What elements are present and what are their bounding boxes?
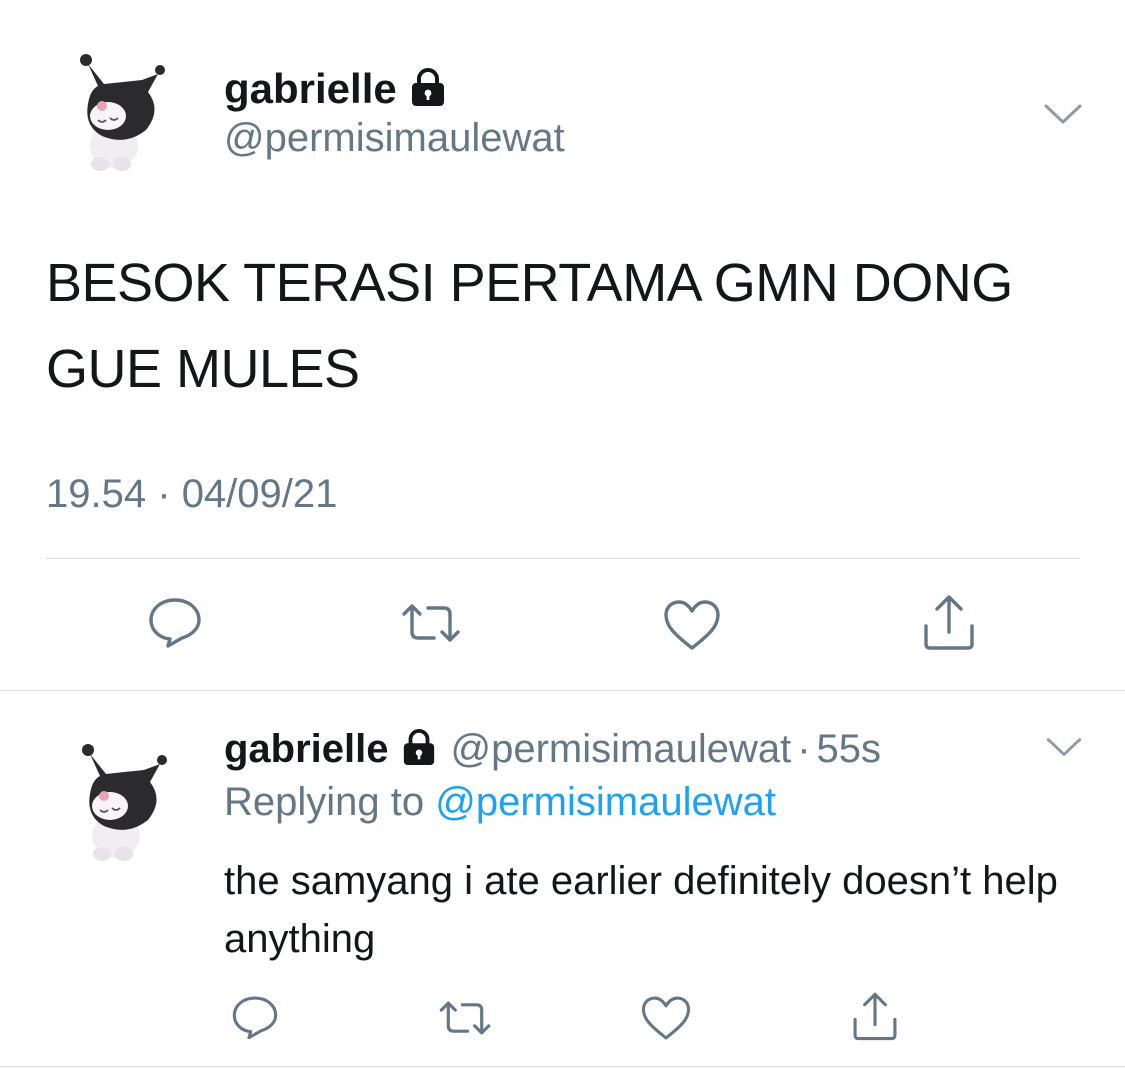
reply-icon[interactable] (230, 994, 280, 1045)
tweet-author[interactable]: gabrielle (224, 62, 447, 116)
tweet-date: 04/09/21 (181, 472, 338, 516)
handle[interactable]: @permisimaulewat (451, 727, 792, 772)
reply-icon[interactable] (146, 596, 204, 653)
tweet-timestamp[interactable]: 19.54 · 04/09/21 (46, 472, 337, 517)
tweet-text: BESOK TERASI PERTAMA GMN DONG GUE MULES (46, 253, 1013, 399)
divider (46, 558, 1080, 559)
handle[interactable]: @permisimaulewat (224, 116, 565, 161)
share-icon[interactable] (848, 990, 902, 1047)
display-name[interactable]: gabrielle (224, 65, 397, 113)
tweet-age[interactable]: 55s (817, 727, 882, 772)
share-icon[interactable] (918, 592, 980, 657)
replying-prefix: Replying to (224, 780, 425, 824)
avatar[interactable] (78, 736, 168, 866)
divider (0, 690, 1125, 691)
replying-to: Replying to @permisimaulewat (224, 780, 776, 825)
like-icon[interactable] (640, 994, 692, 1047)
meta-separator: · (157, 472, 171, 516)
avatar[interactable] (76, 46, 166, 176)
display-name[interactable]: gabrielle (224, 727, 389, 772)
retweet-icon[interactable] (436, 996, 494, 1045)
retweet-icon[interactable] (398, 598, 464, 653)
tweet-time: 19.54 (46, 472, 147, 516)
lock-icon (401, 728, 437, 771)
tweet-text: the samyang i ate earlier definitely doe… (224, 859, 1058, 961)
like-icon[interactable] (662, 598, 722, 657)
lock-icon (409, 67, 447, 112)
meta-separator: · (797, 726, 811, 771)
divider (0, 1066, 1125, 1067)
chevron-down-icon[interactable] (1044, 734, 1084, 765)
mention-link[interactable]: @permisimaulewat (435, 780, 776, 824)
reply-tweet-header[interactable]: gabrielle @permisimaulewat · 55s (224, 722, 881, 776)
chevron-down-icon[interactable] (1042, 100, 1084, 133)
